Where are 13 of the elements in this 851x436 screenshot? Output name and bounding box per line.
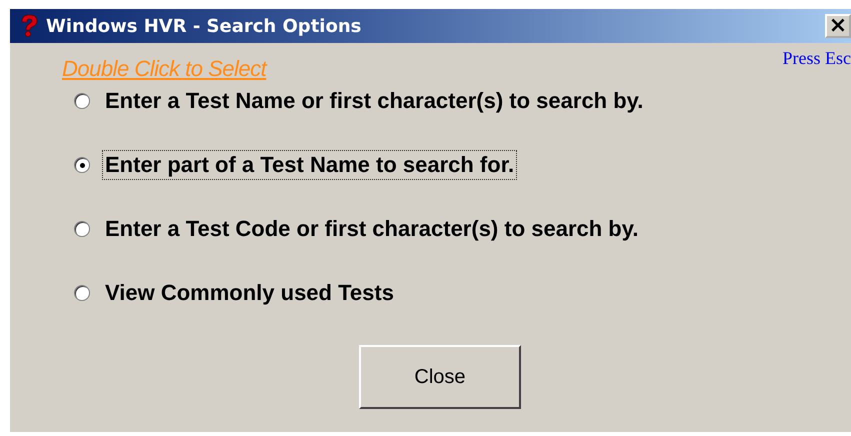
option-label[interactable]: View Commonly used Tests <box>102 278 397 308</box>
option-label[interactable]: Enter part of a Test Name to search for. <box>102 150 518 180</box>
double-click-hint: Double Click to Select <box>62 56 266 82</box>
radio-button[interactable] <box>74 221 90 237</box>
close-button[interactable]: × <box>825 14 851 38</box>
radio-button[interactable] <box>74 285 90 301</box>
option-label[interactable]: Enter a Test Code or first character(s) to search by. <box>102 214 642 244</box>
close-dialog-button[interactable]: Close <box>359 345 521 409</box>
radio-button[interactable] <box>74 93 90 109</box>
option-label[interactable]: Enter a Test Name or first character(s) to search by. <box>102 86 646 116</box>
escape-hint: Press Esc <box>782 48 851 69</box>
radio-button[interactable] <box>74 157 90 173</box>
window-title: Windows HVR - Search Options <box>46 16 362 36</box>
